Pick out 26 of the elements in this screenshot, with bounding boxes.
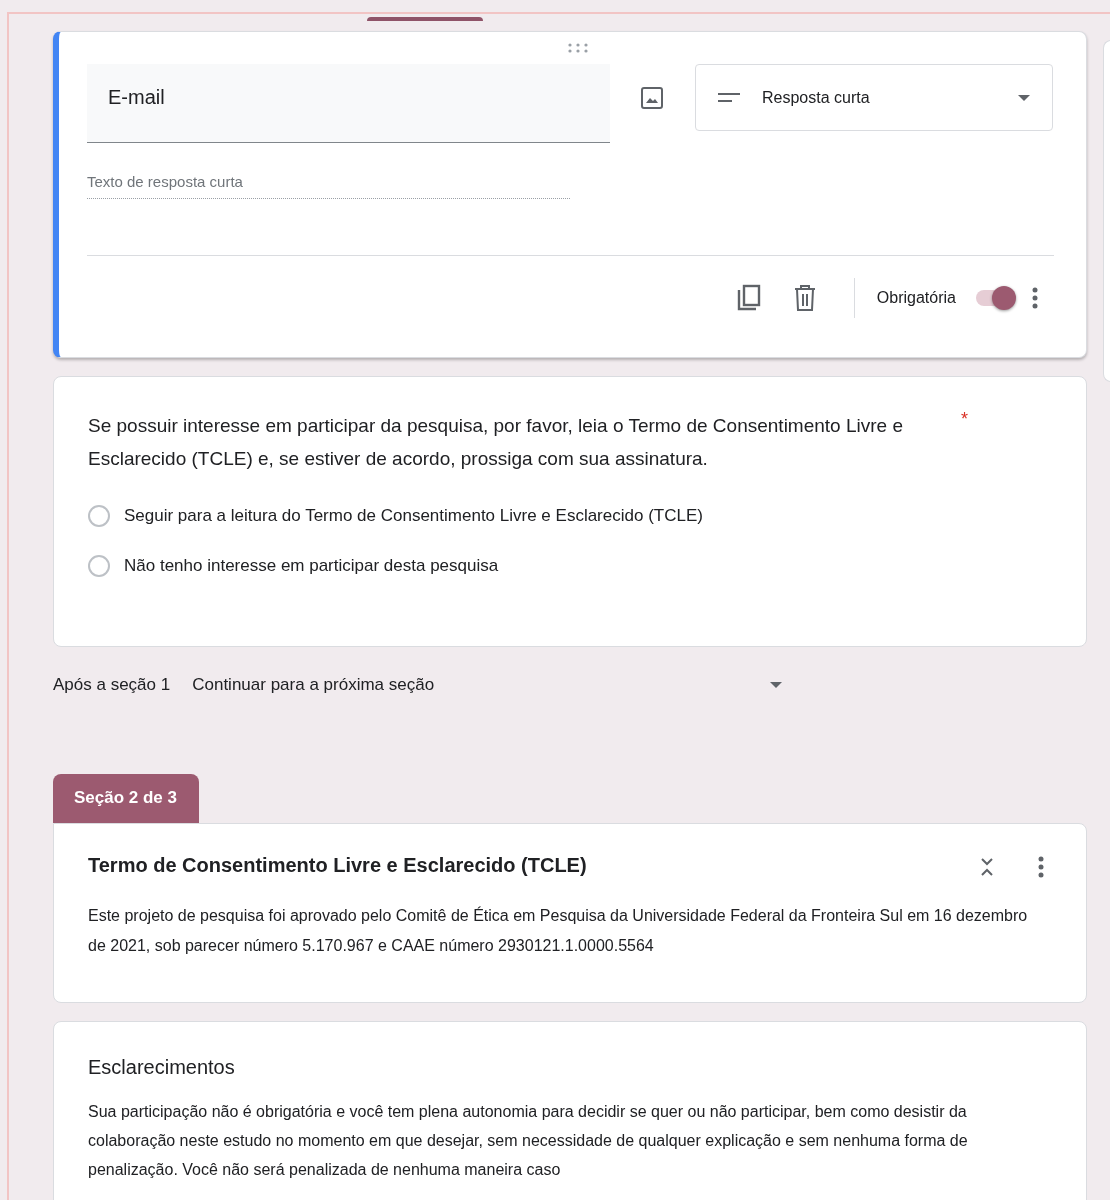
drag-handle-icon[interactable] bbox=[567, 42, 589, 54]
question-type-dropdown[interactable]: Resposta curta bbox=[695, 64, 1053, 131]
text-body: Sua participação não é obrigatória e você tem plena autonomia para decidir se quer ou não participar, bem como desistir da colaboração neste estudo no momento em que desejar, sem necessidade de qualquer explicação e sem nenhuma forma de penalização. Você não será penalizada de nenhuma maneira caso bbox=[88, 1102, 969, 1180]
required-label: Obrigatória bbox=[876, 289, 956, 307]
required-asterisk: * bbox=[961, 409, 968, 431]
radio-circle[interactable] bbox=[88, 505, 110, 527]
radio-circle[interactable] bbox=[88, 555, 110, 577]
section-navigation-dropdown[interactable]: Continuar para a próxima seção bbox=[192, 675, 783, 695]
radio-option[interactable]: Não tenho interesse em participar desta pesquisa bbox=[88, 555, 499, 577]
dropdown-caret-icon bbox=[770, 682, 783, 688]
dropdown-caret-icon bbox=[1018, 94, 1030, 101]
short-answer-field: Texto de resposta curta bbox=[87, 173, 570, 199]
section-title: Termo de Consentimento Livre e Esclarecido (TCLE) bbox=[88, 854, 587, 877]
more-options-icon[interactable] bbox=[1038, 856, 1044, 878]
question-text: Se possuir interesse em participar da pesquisa, por favor, leia o Termo de Consentimento Livre e Esclarecido (TCLE) e, se estiver de acordo, prossiga com sua assinatura. bbox=[88, 414, 904, 471]
collapse-icon[interactable] bbox=[980, 856, 994, 878]
duplicate-icon[interactable] bbox=[735, 284, 762, 312]
image-icon[interactable] bbox=[640, 86, 664, 110]
after-section-label: Após a seção 1 bbox=[53, 675, 171, 695]
more-options-icon[interactable] bbox=[1032, 287, 1038, 309]
option-label: Não tenho interesse em participar desta pesquisa bbox=[124, 556, 499, 576]
delete-icon[interactable] bbox=[793, 285, 816, 311]
section-description: Este projeto de pesquisa foi aprovado pelo Comitê de Ética em Pesquisa da Universidade Federal da Fronteira Sul em 16 dezembro de 2021, sob parecer número 5.170.967 e CAAE número 2930121.1.0000.5564 bbox=[88, 905, 1029, 956]
question-title-field[interactable]: E-mail bbox=[87, 64, 610, 143]
text-title: Esclarecimentos bbox=[88, 1056, 236, 1079]
short-text-icon bbox=[718, 91, 742, 104]
